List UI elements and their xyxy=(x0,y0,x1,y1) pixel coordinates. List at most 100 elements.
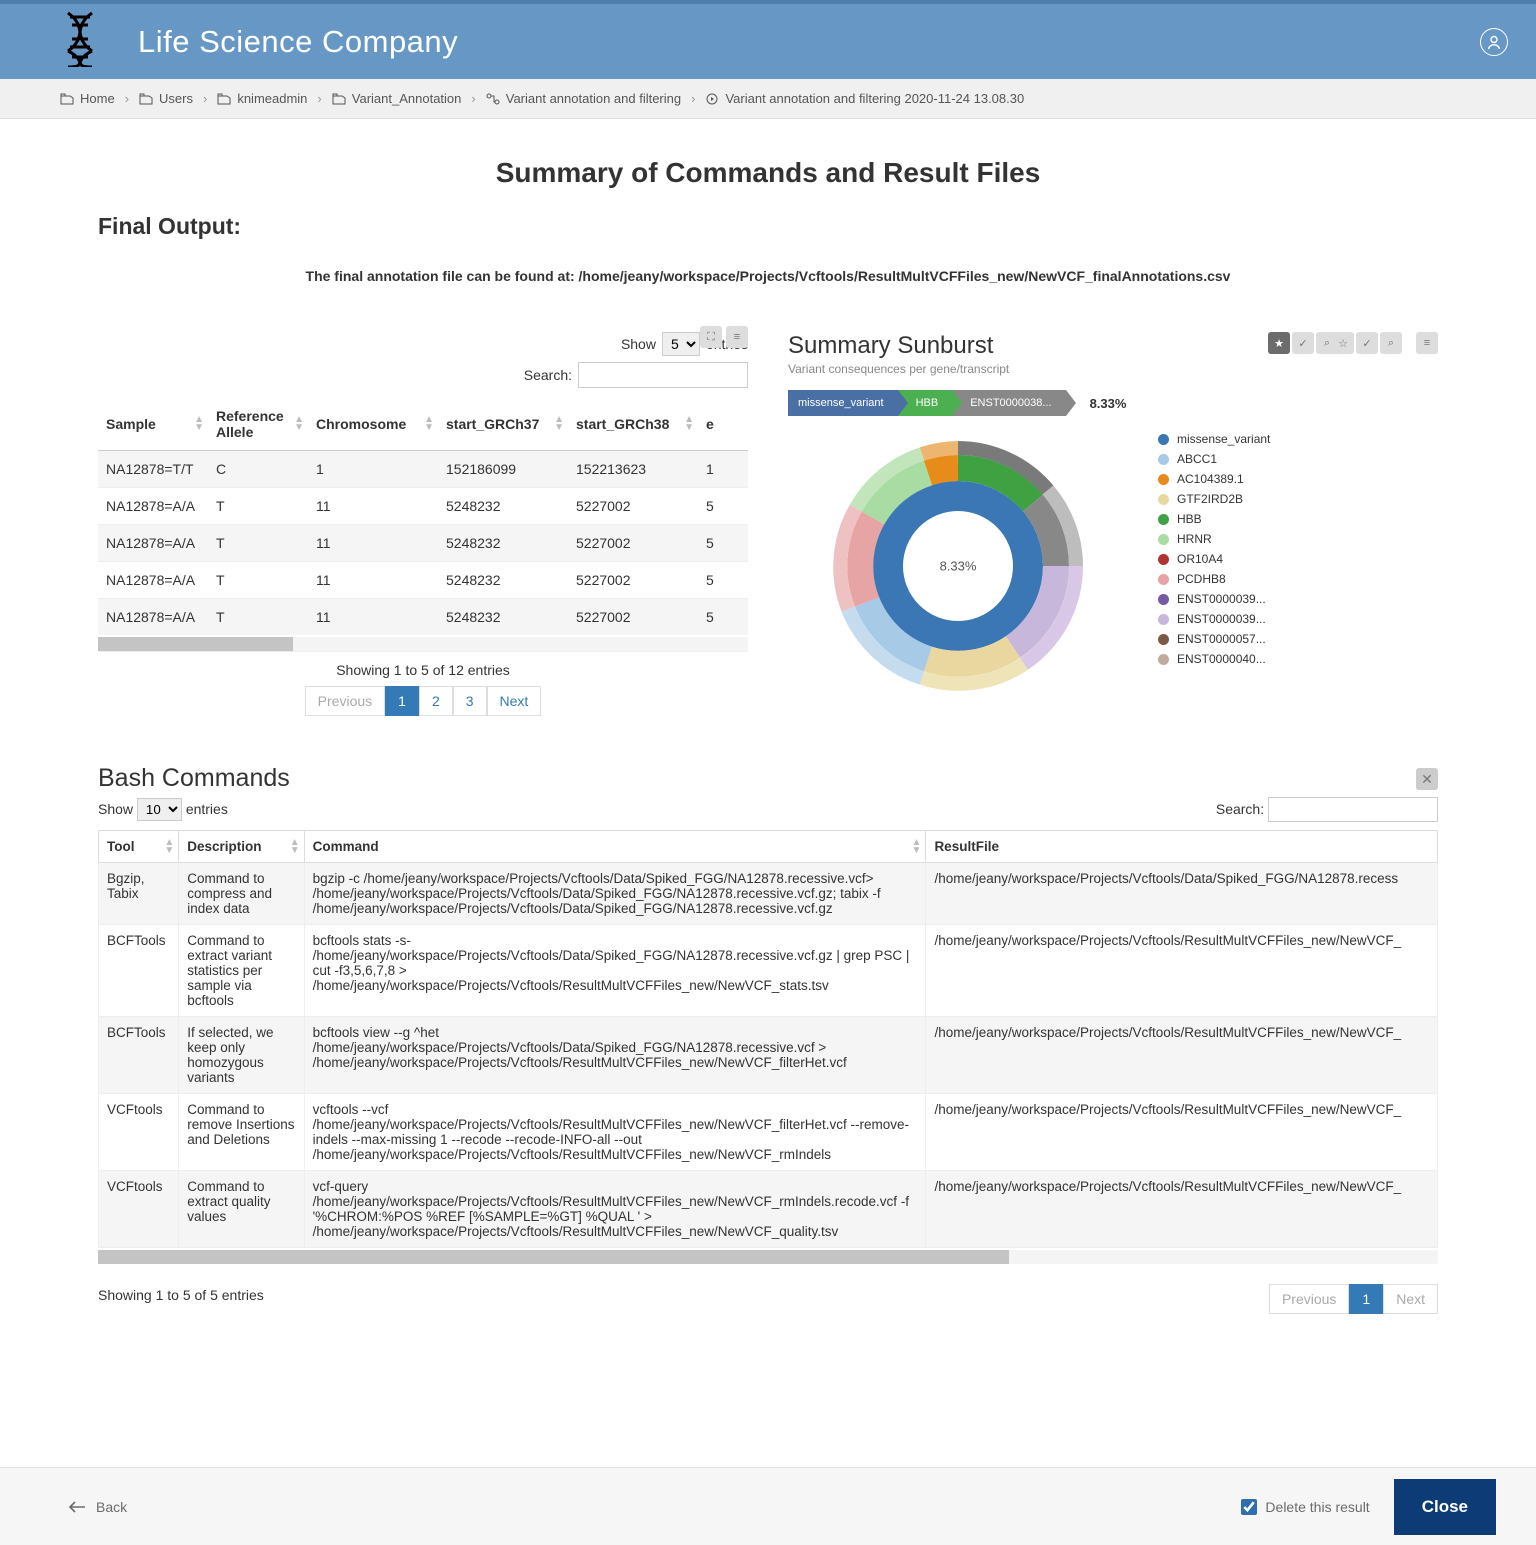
legend-item[interactable]: AC104389.1 xyxy=(1158,472,1270,486)
page-previous[interactable]: Previous xyxy=(305,686,385,716)
breadcrumb-home[interactable]: Home xyxy=(60,91,115,106)
breadcrumb-knimeadmin[interactable]: knimeadmin xyxy=(217,91,307,106)
bash-commands-heading: Bash Commands ✕ xyxy=(98,764,1438,793)
legend-swatch xyxy=(1158,434,1169,445)
page-previous[interactable]: Previous xyxy=(1269,1284,1349,1314)
page-3[interactable]: 3 xyxy=(453,686,487,716)
legend-item[interactable]: ENST0000057... xyxy=(1158,632,1270,646)
table-row[interactable]: NA12878=A/AT11524823252270025 xyxy=(98,525,748,562)
legend-item[interactable]: PCDHB8 xyxy=(1158,572,1270,586)
col-chromosome[interactable]: Chromosome▲▼ xyxy=(308,398,438,451)
col-tool[interactable]: Tool▲▼ xyxy=(99,831,179,863)
path-seg-1[interactable]: missense_variant xyxy=(788,390,898,416)
legend-item[interactable]: GTF2IRD2B xyxy=(1158,492,1270,506)
sunburst-legend: missense_variant ABCC1 AC104389.1 GTF2IRD2B… xyxy=(1158,432,1270,666)
table-row[interactable]: VCFtoolsCommand to extract quality value… xyxy=(99,1171,1438,1248)
delete-result-checkbox[interactable]: Delete this result xyxy=(1241,1499,1369,1515)
legend-item[interactable]: ENST0000040... xyxy=(1158,652,1270,666)
legend-item[interactable]: HBB xyxy=(1158,512,1270,526)
legend-item[interactable]: OR10A4 xyxy=(1158,552,1270,566)
table-row[interactable]: NA12878=T/TC11521860991522136231 xyxy=(98,451,748,488)
legend-item[interactable]: ABCC1 xyxy=(1158,452,1270,466)
table-cell: /home/jeany/workspace/Projects/Vcftools/… xyxy=(926,1017,1438,1094)
legend-item[interactable]: missense_variant xyxy=(1158,432,1270,446)
breadcrumb-workflow[interactable]: Variant annotation and filtering xyxy=(486,91,681,106)
sunburst-path: missense_variant HBB ENST0000038... 8.33… xyxy=(788,390,1438,416)
legend-swatch xyxy=(1158,494,1169,505)
legend-label: ENST0000057... xyxy=(1177,632,1266,646)
page-1[interactable]: 1 xyxy=(1349,1284,1383,1314)
legend-swatch xyxy=(1158,574,1169,585)
page-next[interactable]: Next xyxy=(1383,1284,1438,1314)
table-cell: Command to extract quality values xyxy=(179,1171,304,1248)
col-sample[interactable]: Sample▲▼ xyxy=(98,398,208,451)
legend-swatch xyxy=(1158,454,1169,465)
search-label: Search: xyxy=(524,367,572,383)
path-seg-3[interactable]: ENST0000038... xyxy=(952,390,1065,416)
table-cell: 5 xyxy=(698,525,748,562)
variants-table: Sample▲▼ Reference Allele▲▼ Chromosome▲▼… xyxy=(98,398,748,635)
legend-item[interactable]: HRNR xyxy=(1158,532,1270,546)
horizontal-scrollbar[interactable] xyxy=(98,1250,1438,1264)
expand-icon[interactable]: ⛶ xyxy=(700,326,722,348)
star-icon[interactable]: ☆ xyxy=(1332,332,1354,354)
table-row[interactable]: NA12878=A/AT11524823252270025 xyxy=(98,488,748,525)
star-filled-icon[interactable]: ★ xyxy=(1268,332,1290,354)
table-cell: 152186099 xyxy=(438,451,568,488)
variants-table-panel: ⛶ ≡ Show 5 entries Search: Sample▲▼ Refe… xyxy=(98,332,748,716)
user-avatar-icon[interactable] xyxy=(1480,28,1508,56)
page-2[interactable]: 2 xyxy=(419,686,453,716)
menu-icon[interactable]: ≡ xyxy=(726,326,748,348)
table-pagination: Previous 1 Next xyxy=(1269,1284,1438,1314)
col-resultfile[interactable]: ResultFile xyxy=(926,831,1438,863)
entries-select[interactable]: 5 xyxy=(662,332,700,356)
col-end[interactable]: e xyxy=(698,398,748,451)
horizontal-scrollbar[interactable] xyxy=(98,637,748,651)
check-icon[interactable]: ✓ xyxy=(1292,332,1314,354)
table-cell: T xyxy=(208,488,308,525)
search-input[interactable] xyxy=(578,362,748,388)
legend-item[interactable]: ENST0000039... xyxy=(1158,612,1270,626)
breadcrumb-variant-annotation-folder[interactable]: Variant_Annotation xyxy=(332,91,462,106)
back-button[interactable]: Back xyxy=(68,1499,127,1515)
table-cell: 5227002 xyxy=(568,525,698,562)
legend-swatch xyxy=(1158,534,1169,545)
table-cell: 1 xyxy=(308,451,438,488)
page-next[interactable]: Next xyxy=(487,686,542,716)
search-input[interactable] xyxy=(1268,797,1438,822)
col-description[interactable]: Description▲▼ xyxy=(179,831,304,863)
page-title: Summary of Commands and Result Files xyxy=(98,157,1438,189)
table-row[interactable]: NA12878=A/AT11524823252270025 xyxy=(98,599,748,636)
table-row[interactable]: VCFtoolsCommand to remove Insertions and… xyxy=(99,1094,1438,1171)
sunburst-subtitle: Variant consequences per gene/transcript xyxy=(788,362,1438,376)
col-start37[interactable]: start_GRCh37▲▼ xyxy=(438,398,568,451)
table-cell: 5248232 xyxy=(438,599,568,636)
legend-item[interactable]: ENST0000039... xyxy=(1158,592,1270,606)
sunburst-chart[interactable]: 8.33% xyxy=(788,426,1128,706)
close-icon[interactable]: ✕ xyxy=(1416,768,1438,790)
check-icon[interactable]: ✓ xyxy=(1356,332,1378,354)
col-ref-allele[interactable]: Reference Allele▲▼ xyxy=(208,398,308,451)
breadcrumb-run[interactable]: Variant annotation and filtering 2020-11… xyxy=(705,91,1024,106)
table-row[interactable]: BCFToolsCommand to extract variant stati… xyxy=(99,925,1438,1017)
table-cell: Command to remove Insertions and Deletio… xyxy=(179,1094,304,1171)
table-cell: NA12878=T/T xyxy=(98,451,208,488)
table-row[interactable]: BCFToolsIf selected, we keep only homozy… xyxy=(99,1017,1438,1094)
search-icon[interactable]: ⌕ xyxy=(1380,332,1402,354)
table-cell: 5248232 xyxy=(438,488,568,525)
breadcrumb-users[interactable]: Users xyxy=(139,91,193,106)
search-label: Search: xyxy=(1216,801,1264,817)
table-cell: 11 xyxy=(308,525,438,562)
show-label: Show xyxy=(621,336,656,352)
delete-checkbox-input[interactable] xyxy=(1241,1499,1257,1515)
entries-select[interactable]: 10 xyxy=(137,798,182,821)
close-button[interactable]: Close xyxy=(1394,1479,1496,1535)
page-1[interactable]: 1 xyxy=(385,686,419,716)
table-cell: 152213623 xyxy=(568,451,698,488)
table-row[interactable]: Bgzip, TabixCommand to compress and inde… xyxy=(99,863,1438,925)
col-start38[interactable]: start_GRCh38▲▼ xyxy=(568,398,698,451)
table-row[interactable]: NA12878=A/AT11524823252270025 xyxy=(98,562,748,599)
col-command[interactable]: Command▲▼ xyxy=(304,831,926,863)
menu-icon[interactable]: ≡ xyxy=(1416,332,1438,354)
sunburst-center-label: 8.33% xyxy=(940,559,977,574)
